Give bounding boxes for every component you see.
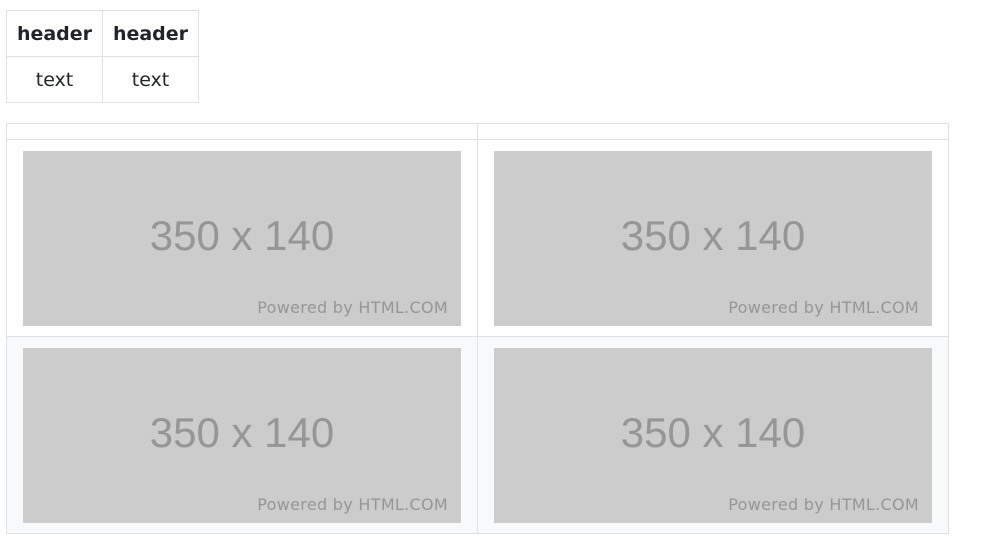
placeholder-image: 350 x 140 Powered by HTML.COM <box>494 347 932 523</box>
placeholder-image: 350 x 140 Powered by HTML.COM <box>494 150 932 326</box>
image-grid-table: 350 x 140 Powered by HTML.COM 350 x 140 … <box>6 123 949 534</box>
small-table-cell: text <box>102 56 199 103</box>
placeholder-credit: Powered by HTML.COM <box>257 494 448 514</box>
image-grid-header-cell <box>6 123 478 140</box>
placeholder-credit: Powered by HTML.COM <box>728 494 919 514</box>
image-grid-cell: 350 x 140 Powered by HTML.COM <box>477 139 949 337</box>
placeholder-dimensions: 350 x 140 <box>149 211 335 259</box>
placeholder-image: 350 x 140 Powered by HTML.COM <box>23 150 461 326</box>
image-grid-header-row <box>6 123 949 140</box>
placeholder-dimensions: 350 x 140 <box>149 408 335 456</box>
small-table-cell: text <box>6 56 103 103</box>
image-grid-cell: 350 x 140 Powered by HTML.COM <box>6 336 478 534</box>
table-row: 350 x 140 Powered by HTML.COM 350 x 140 … <box>6 336 949 534</box>
placeholder-credit: Powered by HTML.COM <box>728 297 919 317</box>
small-table: header header text text <box>6 10 199 103</box>
small-table-row: text text <box>6 56 199 103</box>
placeholder-dimensions: 350 x 140 <box>620 408 806 456</box>
small-table-header-cell: header <box>102 10 199 57</box>
table-row: 350 x 140 Powered by HTML.COM 350 x 140 … <box>6 139 949 337</box>
placeholder-image: 350 x 140 Powered by HTML.COM <box>23 347 461 523</box>
placeholder-credit: Powered by HTML.COM <box>257 297 448 317</box>
small-table-header-row: header header <box>6 10 199 57</box>
image-grid-cell: 350 x 140 Powered by HTML.COM <box>477 336 949 534</box>
small-table-header-cell: header <box>6 10 103 57</box>
image-grid-header-cell <box>477 123 949 140</box>
page: header header text text 350 x 140 Powere… <box>0 0 981 553</box>
image-grid-cell: 350 x 140 Powered by HTML.COM <box>6 139 478 337</box>
placeholder-dimensions: 350 x 140 <box>620 211 806 259</box>
